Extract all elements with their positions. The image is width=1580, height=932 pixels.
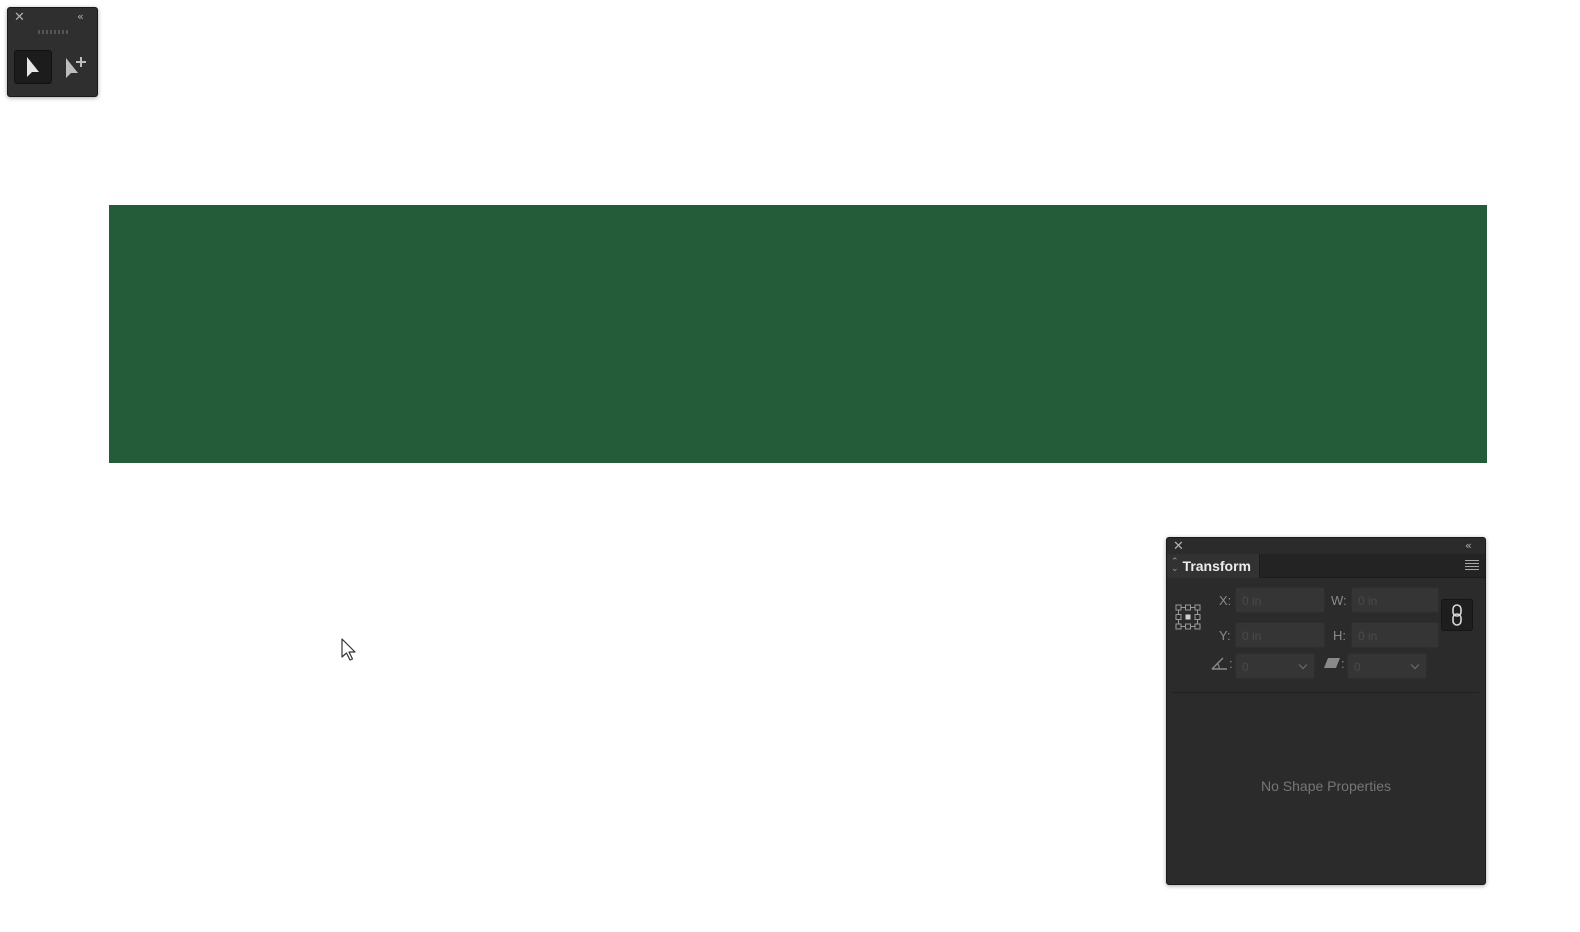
rotate-colon: :	[1229, 656, 1233, 671]
shear-angle-icon	[1324, 658, 1340, 668]
green-rectangle[interactable]	[109, 205, 1487, 463]
y-label: Y:	[1219, 628, 1231, 643]
reference-point-icon[interactable]	[1175, 604, 1201, 630]
rotate-angle-select[interactable]: 0	[1235, 653, 1315, 679]
arrow-plus-icon	[66, 57, 86, 78]
arrow-icon	[27, 57, 39, 77]
y-field[interactable]: 0 in	[1235, 622, 1325, 648]
panel-header[interactable]: ✕ ‹‹	[1167, 538, 1485, 554]
mouse-cursor-icon	[341, 638, 356, 661]
w-field[interactable]: 0 in	[1351, 587, 1439, 613]
collapse-panel-icon[interactable]: ‹‹	[77, 11, 91, 23]
collapse-panel-icon[interactable]: ‹‹	[1465, 540, 1479, 552]
panel-divider	[1173, 692, 1479, 693]
x-field[interactable]: 0 in	[1235, 587, 1325, 613]
w-label: W:	[1331, 593, 1347, 608]
panel-menu-icon[interactable]	[1465, 560, 1479, 572]
direct-selection-plus-tool-button[interactable]	[56, 50, 94, 84]
canvas-stage: ✕ ‹‹ ✕ ‹‹ ⌃ ⌄ Transform X: 0 in W: 0 in …	[0, 0, 1580, 932]
tools-panel: ✕ ‹‹	[7, 7, 98, 97]
chain-link-icon	[1452, 604, 1462, 626]
x-label: X:	[1219, 593, 1232, 608]
transform-panel: ✕ ‹‹ ⌃ ⌄ Transform X: 0 in W: 0 in Y: 0 …	[1166, 537, 1486, 885]
expand-arrows-icon[interactable]: ⌃ ⌄	[1171, 558, 1179, 574]
shear-colon: :	[1341, 656, 1345, 671]
no-shape-properties-message: No Shape Properties	[1261, 778, 1391, 794]
h-label: H:	[1333, 628, 1346, 643]
tab-transform-label: Transform	[1182, 558, 1252, 574]
constrain-proportions-button[interactable]	[1441, 599, 1473, 631]
panel-tab-bar: ⌃ ⌄ Transform	[1167, 554, 1485, 578]
panel-grip[interactable]	[38, 30, 68, 34]
close-icon[interactable]: ✕	[1173, 540, 1185, 553]
close-icon[interactable]: ✕	[14, 11, 26, 24]
rotate-angle-icon	[1211, 657, 1227, 670]
tab-transform[interactable]: ⌃ ⌄ Transform	[1167, 554, 1261, 578]
selection-tool-button[interactable]	[14, 50, 52, 84]
h-field[interactable]: 0 in	[1351, 622, 1439, 648]
shear-angle-select[interactable]: 0	[1347, 653, 1427, 679]
